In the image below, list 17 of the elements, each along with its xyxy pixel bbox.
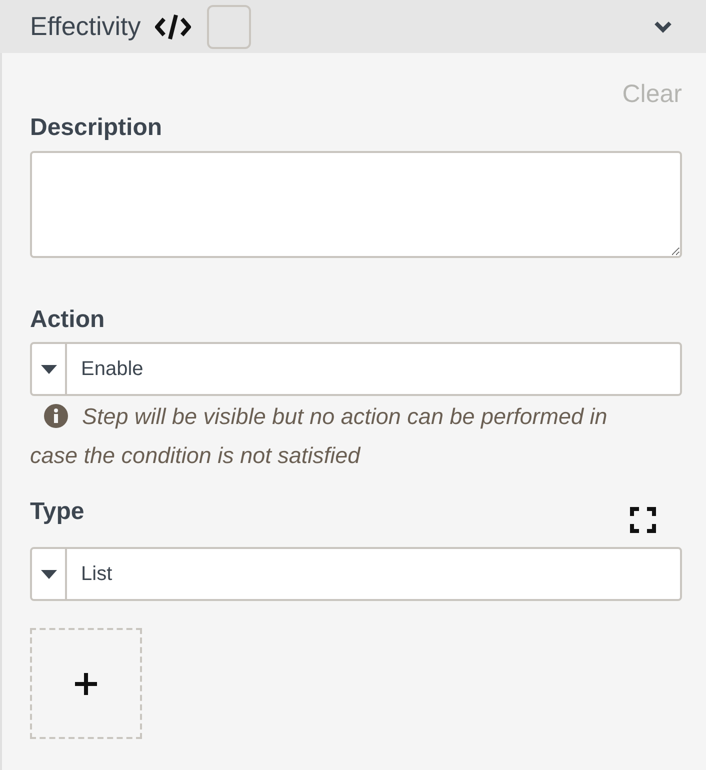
- field-label: Description: [30, 113, 164, 143]
- field-label: Type: [30, 497, 84, 527]
- field-label: Action: [30, 305, 106, 335]
- checkbox[interactable]: [206, 4, 251, 48]
- description-field[interactable]: [30, 151, 682, 258]
- hint-text: Step will be visible but no action can be performed in case the condition is not satisfied: [30, 402, 608, 470]
- code-icon: [154, 14, 191, 40]
- caret-icon: [40, 570, 56, 578]
- chevron-icon[interactable]: [654, 20, 672, 32]
- section-title: Effectivity: [30, 10, 141, 43]
- plus-icon: [74, 672, 98, 696]
- info-icon: [44, 404, 68, 428]
- caret-icon: [40, 364, 56, 374]
- action-select[interactable]: Enable: [30, 342, 682, 396]
- add-tile[interactable]: [30, 628, 142, 739]
- type-select[interactable]: List: [30, 547, 682, 601]
- fullscreen-icon[interactable]: [630, 507, 656, 533]
